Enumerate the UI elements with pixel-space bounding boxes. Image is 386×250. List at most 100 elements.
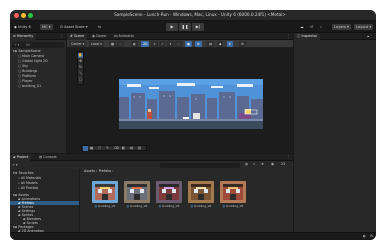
tab-hierarchy[interactable]: ≡ Hierarchy xyxy=(10,33,37,40)
grid-visibility-icon[interactable]: ▤ xyxy=(207,41,215,47)
search-icon[interactable]: ⌕ xyxy=(320,24,322,30)
asset-prefab[interactable]: ◍ building_02 xyxy=(124,181,150,211)
layer-icon[interactable]: ▥ xyxy=(138,146,141,151)
rotate-tool-icon[interactable]: ↻ xyxy=(78,65,83,70)
asset-label: ◍ building_01 xyxy=(94,204,116,208)
camera-settings-icon[interactable]: ⚙ xyxy=(239,41,246,47)
grid-tool-icon[interactable]: ▦ xyxy=(90,146,93,151)
effects-icon[interactable]: ✦ xyxy=(167,41,174,47)
play-button[interactable]: ▶ xyxy=(166,23,178,31)
asset-prefab[interactable]: ◍ building_03 xyxy=(156,181,182,211)
prefab-icon: ◍ xyxy=(158,204,162,208)
cloud-icon[interactable]: ☁ xyxy=(300,24,304,30)
prefab-thumbnail xyxy=(124,181,150,203)
asset-prefab[interactable]: ◍ building_05 xyxy=(220,181,246,211)
fill-tool-icon[interactable]: ◧ xyxy=(122,146,125,151)
add-icon[interactable]: + ▾ xyxy=(14,42,19,48)
filter-type-icon[interactable]: ◍ xyxy=(245,162,248,166)
version-control-icon[interactable]: ⇆ xyxy=(98,24,101,30)
project-search-input[interactable] xyxy=(160,163,240,168)
minimize-window-button[interactable] xyxy=(21,13,26,18)
panel-menu-icon[interactable]: ⋮ xyxy=(57,33,66,40)
notification-icon[interactable]: ⚙ xyxy=(370,234,373,238)
scene-viewport[interactable] xyxy=(119,79,263,129)
panel-menu-icon[interactable]: ⋮ xyxy=(284,154,293,161)
project-panel: ▰ Project ▤ Console ⋮ + ▾ ◍ ⌑ ★ ◉ 23 ▾★ … xyxy=(10,154,293,233)
snap-increment-icon[interactable]: ⋯ xyxy=(117,41,125,47)
close-window-button[interactable] xyxy=(14,13,19,18)
unity-account-button[interactable]: ◆ Unity 6 xyxy=(14,24,31,30)
tab-console[interactable]: ▤ Console xyxy=(36,154,60,161)
account-dropdown[interactable]: MC ▾ xyxy=(40,24,53,30)
visibility-icon[interactable]: ◉ xyxy=(271,162,274,166)
grid-snap-icon[interactable]: ▦ xyxy=(109,41,117,47)
folder-icon: ▰ xyxy=(13,155,16,159)
prefab-icon: ◍ xyxy=(126,204,130,208)
filter-label-icon[interactable]: ⌑ xyxy=(253,162,255,166)
draw-mode-icon[interactable]: ◐ xyxy=(131,41,138,47)
main-toolbar: ◆ Unity 6 MC ▾ ⊡ Asset Store ▾ ⇆ ▶ ❚❚ ▶|… xyxy=(10,21,376,33)
project-folder-tree: ▾★ Favorites ⌕ All Materials ⌕ All Models ⌕… xyxy=(10,169,80,233)
asset-label: ◍ building_05 xyxy=(222,204,244,208)
layers-dropdown[interactable]: Layers ▾ xyxy=(332,24,351,30)
lighting-icon[interactable]: ☀ xyxy=(151,41,158,47)
favorite-icon[interactable]: ★ xyxy=(261,162,264,166)
scale-tool-icon[interactable]: ⤡ xyxy=(78,71,83,76)
rect-tool-icon[interactable]: ▢ xyxy=(78,77,83,82)
panel-menu-icon[interactable]: ⋮ xyxy=(367,33,376,40)
zoom-window-button[interactable] xyxy=(28,13,33,18)
pivot-center-dropdown[interactable]: Center ▾ xyxy=(69,41,87,47)
asset-prefab[interactable]: ◍ building_01 xyxy=(92,181,118,211)
asset-label: ◍ building_03 xyxy=(158,204,180,208)
move-tool-icon[interactable]: ✥ xyxy=(78,59,83,64)
hand-tool-icon[interactable]: ✋ xyxy=(78,53,83,58)
unity-logo-icon: ◆ xyxy=(14,25,17,29)
brush-tool-icon[interactable] xyxy=(83,146,88,151)
count-icon[interactable]: 23 xyxy=(281,162,285,166)
create-asset-button[interactable]: + ▾ xyxy=(12,163,18,167)
hierarchy-search-input[interactable]: + ▾ All xyxy=(12,42,64,48)
mode-2d-toggle[interactable]: 2D xyxy=(141,41,150,47)
console-icon: ▤ xyxy=(39,155,43,159)
palette-icon[interactable]: ▤ xyxy=(130,146,133,151)
asset-prefab[interactable]: ◍ building_04 xyxy=(188,181,214,211)
pause-button[interactable]: ❚❚ xyxy=(179,23,191,31)
overlay-icon[interactable]: ▾ xyxy=(227,41,233,47)
scene-camera-icon[interactable]: ▣ xyxy=(185,41,193,47)
asset-store-button[interactable]: ⊡ Asset Store ▾ xyxy=(60,24,88,30)
tab-inspector[interactable]: ⓘ Inspector xyxy=(294,33,321,40)
game-icon: ◉ xyxy=(92,34,95,38)
gizmos-icon[interactable]: ⊕ xyxy=(195,41,202,47)
play-controls: ▶ ❚❚ ▶| xyxy=(166,23,206,31)
tab-game[interactable]: ◉ Game xyxy=(89,33,109,40)
hidden-objects-icon[interactable]: ◌ xyxy=(175,41,182,47)
unity-window: SampleScene - Lunch-Run - Windows, Mac, … xyxy=(10,10,376,240)
asset-label: ◍ building_02 xyxy=(126,204,148,208)
info-icon: ⓘ xyxy=(297,34,301,38)
erase-tool-icon[interactable]: ⌫ xyxy=(114,146,119,151)
hierarchy-item[interactable]: ▢ building_01 xyxy=(18,84,41,89)
render-icon[interactable]: ◆ xyxy=(217,41,224,47)
progress-icon[interactable]: ◐ xyxy=(363,234,366,238)
search-placeholder: All xyxy=(26,43,30,47)
pick-tool-icon[interactable]: ✎ xyxy=(106,146,109,151)
prefab-thumbnail xyxy=(188,181,214,203)
breadcrumb: Assets › Prefabs › xyxy=(84,169,114,173)
layout-dropdown[interactable]: Layout ▾ xyxy=(354,24,374,30)
asset-label: ◍ building_04 xyxy=(190,204,212,208)
breadcrumb-assets[interactable]: Assets xyxy=(84,169,95,173)
select-tool-icon[interactable]: ▢ xyxy=(98,146,101,151)
favorites-item[interactable]: ⌕ All Prefabs xyxy=(18,186,38,191)
prefab-icon: ◍ xyxy=(190,204,194,208)
audio-icon[interactable]: ♪ xyxy=(159,41,166,47)
panel-menu-icon[interactable]: ⋮ xyxy=(284,33,293,40)
scene-toolbar: Center ▾ Local ▾ ▦ ⋯ ◐ 2D ☀ ♪ ✦ ◌ ▣ ⊕ ▤ … xyxy=(67,40,293,48)
tab-animator[interactable]: ⋈ Animator xyxy=(111,33,137,40)
breadcrumb-prefabs[interactable]: Prefabs xyxy=(99,169,112,173)
local-global-dropdown[interactable]: Local ▾ xyxy=(89,41,104,47)
inspector-panel: ⓘ Inspector 🔒︎ ⋮ xyxy=(294,33,376,232)
step-button[interactable]: ▶| xyxy=(192,23,204,31)
tab-project[interactable]: ▰ Project xyxy=(10,154,32,161)
tab-scene[interactable]: # Scene xyxy=(67,33,88,40)
undo-history-icon[interactable]: ↺ xyxy=(310,24,313,30)
